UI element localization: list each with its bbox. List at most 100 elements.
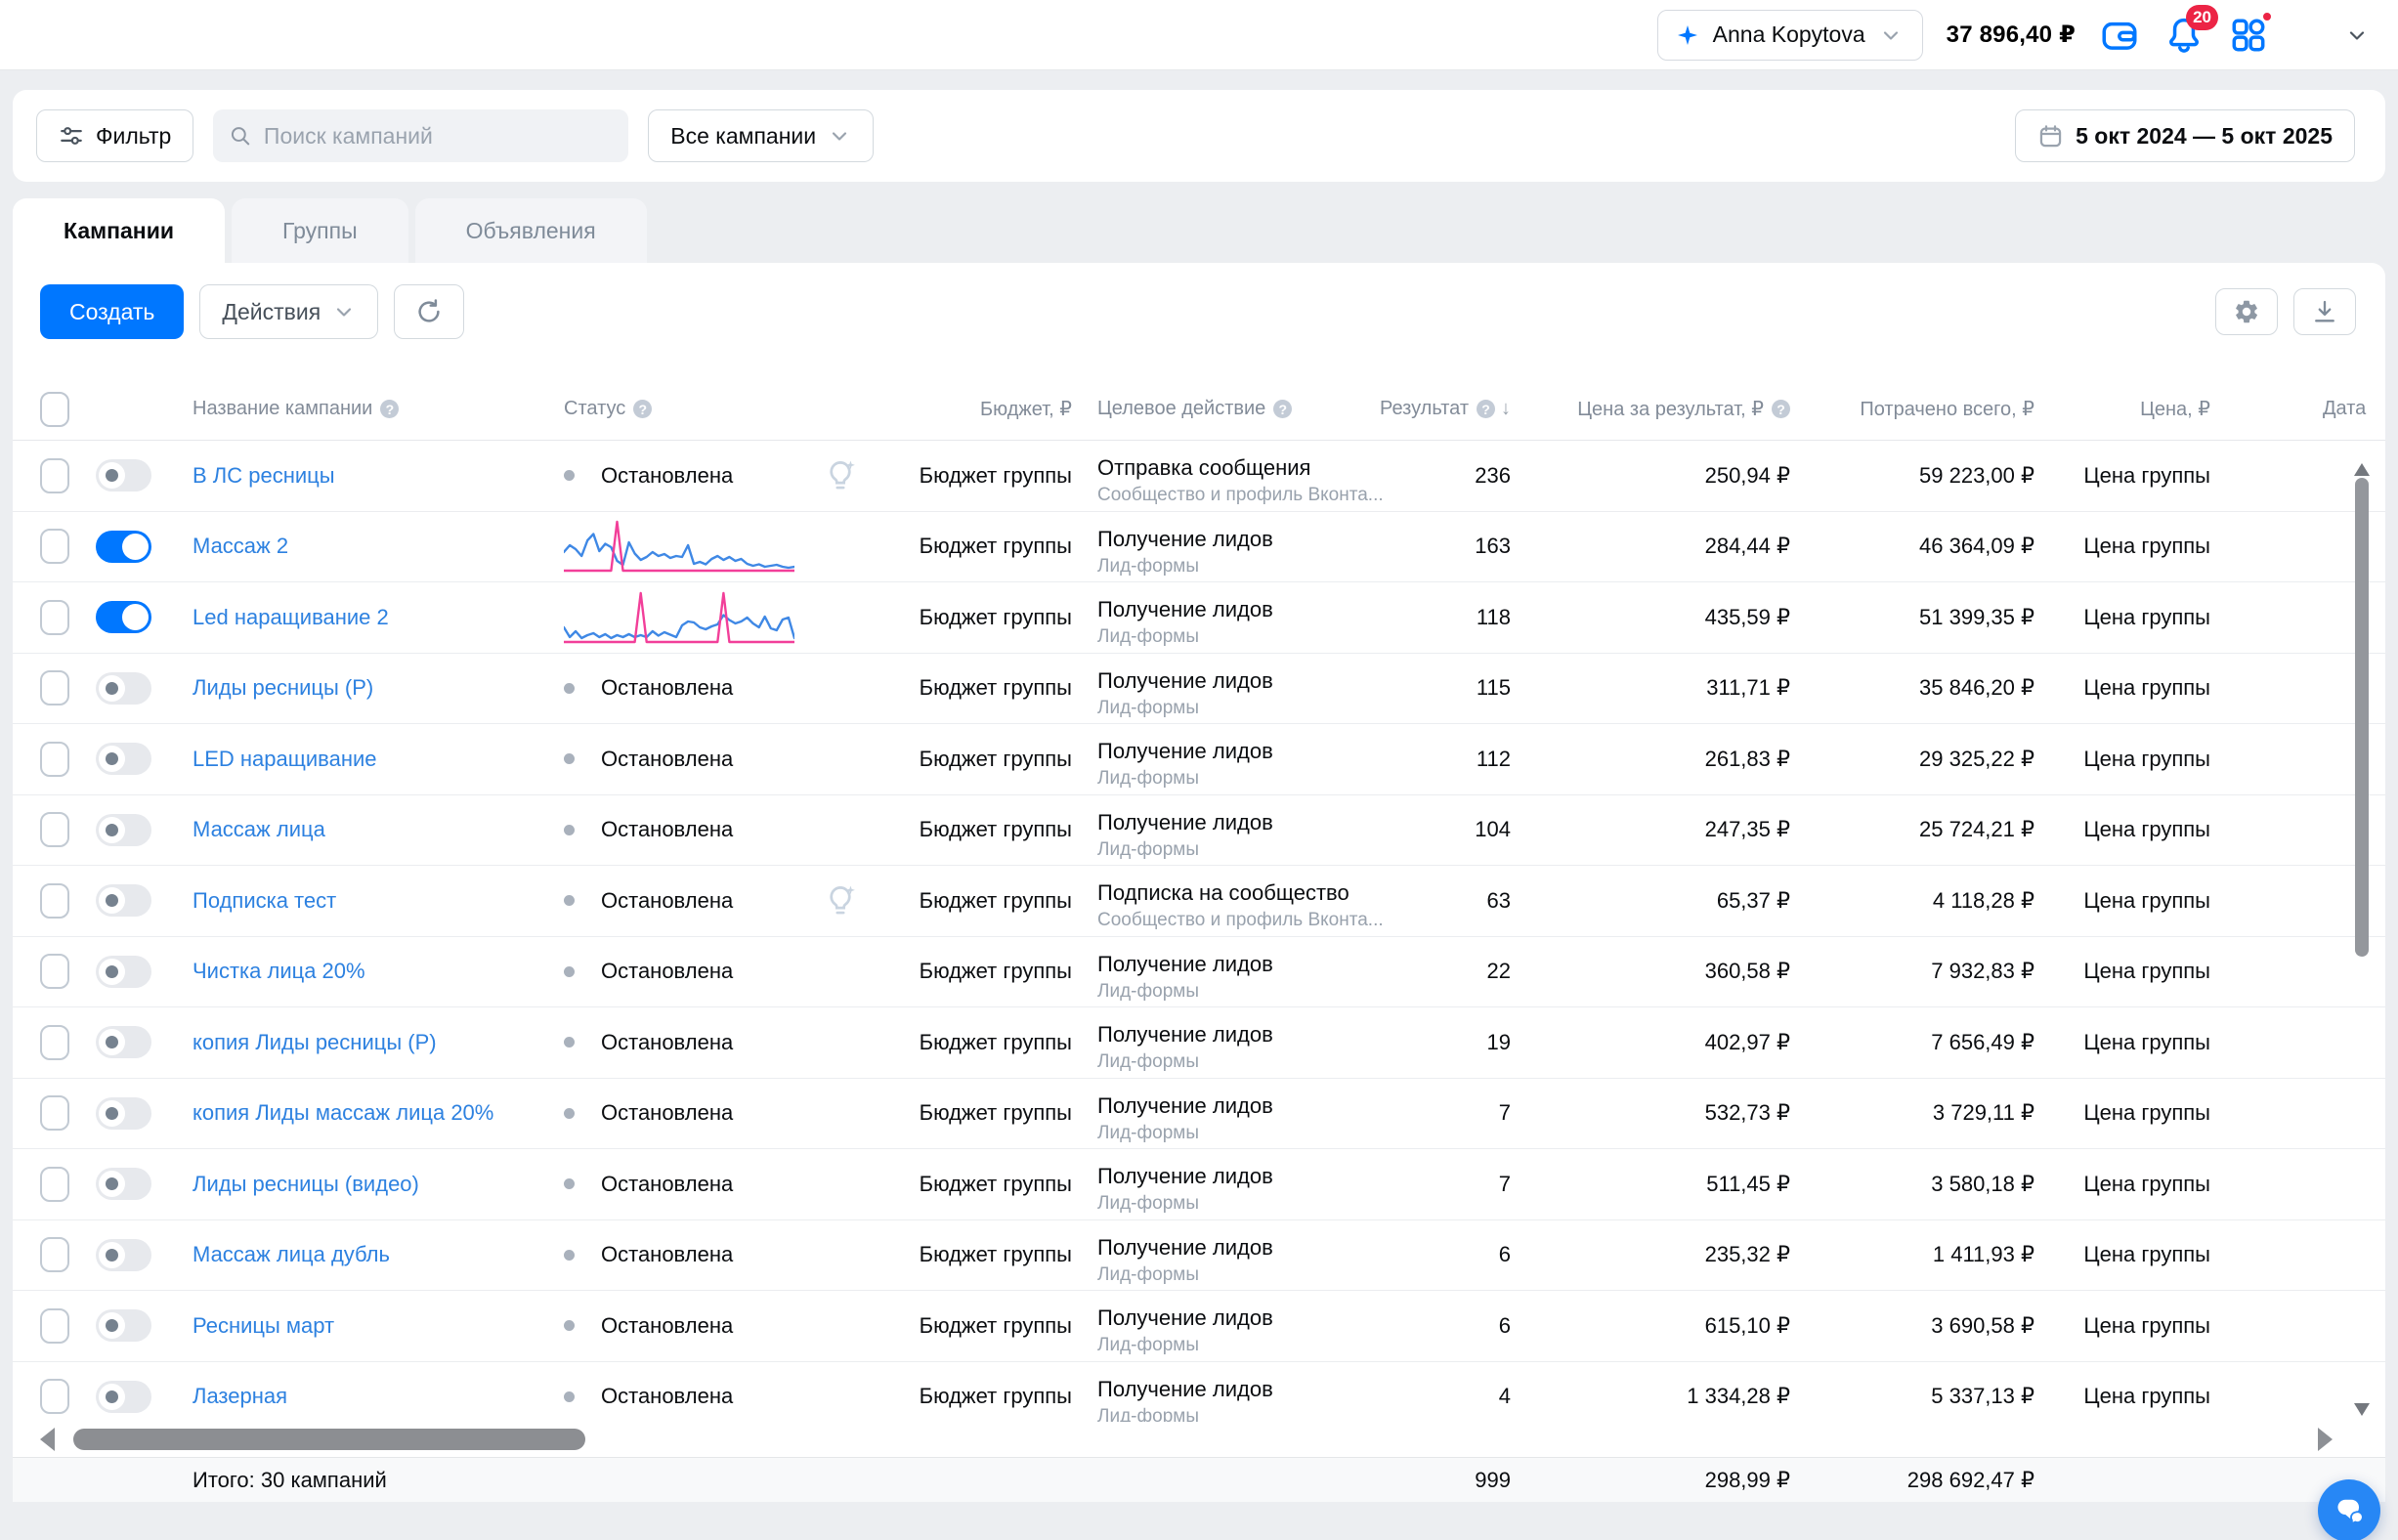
search-input[interactable] bbox=[264, 123, 613, 150]
scroll-up-arrow[interactable] bbox=[2354, 447, 2370, 476]
vertical-scroll-thumb[interactable] bbox=[2355, 478, 2369, 957]
campaign-name-link[interactable]: копия Лиды ресницы (Р) bbox=[193, 1030, 437, 1055]
row-checkbox[interactable] bbox=[40, 600, 69, 635]
campaign-toggle[interactable] bbox=[96, 1381, 151, 1413]
row-checkbox[interactable] bbox=[40, 1167, 69, 1202]
help-icon[interactable]: ? bbox=[1772, 400, 1790, 418]
column-header-cost-per-result[interactable]: Цена за результат, ₽ ? bbox=[1511, 397, 1790, 421]
scroll-left-arrow[interactable] bbox=[40, 1428, 55, 1451]
row-checkbox[interactable] bbox=[40, 529, 69, 564]
date-range-button[interactable]: 5 окт 2024 — 5 окт 2025 bbox=[2015, 109, 2355, 162]
target-action-sub: Лид-формы bbox=[1097, 1335, 1394, 1356]
target-action-sub: Лид-формы bbox=[1097, 1406, 1394, 1422]
help-icon[interactable]: ? bbox=[1273, 400, 1292, 418]
help-icon[interactable]: ? bbox=[633, 400, 652, 418]
campaign-name-link[interactable]: Ресницы март bbox=[193, 1313, 334, 1339]
filter-button[interactable]: Фильтр bbox=[36, 109, 193, 162]
campaign-toggle[interactable] bbox=[96, 1168, 151, 1200]
column-header-date[interactable]: Дата bbox=[2210, 398, 2367, 420]
wallet-button[interactable] bbox=[2099, 15, 2140, 56]
download-icon bbox=[2311, 298, 2338, 325]
campaign-toggle[interactable] bbox=[96, 1026, 151, 1058]
column-header-status[interactable]: Статус ? bbox=[509, 398, 798, 420]
campaign-toggle[interactable] bbox=[96, 884, 151, 917]
row-checkbox[interactable] bbox=[40, 458, 69, 493]
campaign-toggle[interactable] bbox=[96, 1097, 151, 1130]
tab-ads[interactable]: Объявления bbox=[415, 198, 647, 263]
target-action-cell: Отправка сообщения Сообщество и профиль … bbox=[1072, 445, 1394, 506]
campaign-toggle[interactable] bbox=[96, 459, 151, 492]
notifications-button[interactable]: 20 bbox=[2163, 15, 2205, 56]
result-cell: 112 bbox=[1394, 747, 1511, 772]
export-button[interactable] bbox=[2293, 288, 2356, 335]
budget-cell: Бюджет группы bbox=[877, 1384, 1072, 1409]
status-dot bbox=[564, 470, 575, 481]
target-action: Получение лидов bbox=[1097, 1377, 1394, 1401]
campaign-name-link[interactable]: Led наращивание 2 bbox=[193, 605, 389, 630]
row-checkbox[interactable] bbox=[40, 670, 69, 706]
row-checkbox[interactable] bbox=[40, 1379, 69, 1414]
column-header-name[interactable]: Название кампании ? bbox=[165, 398, 509, 420]
help-icon[interactable]: ? bbox=[380, 400, 399, 418]
row-checkbox[interactable] bbox=[40, 812, 69, 847]
campaign-name-link[interactable]: копия Лиды массаж лица 20% bbox=[193, 1100, 493, 1126]
row-checkbox[interactable] bbox=[40, 742, 69, 777]
create-button[interactable]: Создать bbox=[40, 284, 184, 339]
budget-cell: Бюджет группы bbox=[877, 959, 1072, 984]
row-checkbox[interactable] bbox=[40, 883, 69, 919]
column-header-price[interactable]: Цена, ₽ bbox=[2034, 397, 2210, 421]
row-checkbox[interactable] bbox=[40, 1025, 69, 1060]
campaign-scope-select[interactable]: Все кампании bbox=[648, 109, 874, 162]
column-header-spent[interactable]: Потрачено всего, ₽ bbox=[1790, 397, 2034, 421]
actions-dropdown[interactable]: Действия bbox=[199, 284, 378, 339]
campaign-name-link[interactable]: Лиды ресницы (видео) bbox=[193, 1172, 419, 1197]
top-bar: Anna Kopytova 37 896,40 ₽ 20 bbox=[0, 0, 2398, 70]
table-row: Ресницы март Остановлена Бюджет группы П… bbox=[13, 1291, 2385, 1362]
support-chat-button[interactable] bbox=[2318, 1479, 2380, 1540]
row-checkbox[interactable] bbox=[40, 1095, 69, 1131]
campaign-name-link[interactable]: В ЛС ресницы bbox=[193, 463, 335, 489]
campaign-name-link[interactable]: Массаж лица bbox=[193, 817, 325, 842]
campaign-name-link[interactable]: Массаж 2 bbox=[193, 534, 288, 559]
campaign-name-link[interactable]: Лазерная bbox=[193, 1384, 287, 1409]
campaign-toggle[interactable] bbox=[96, 1239, 151, 1271]
account-selector[interactable]: Anna Kopytova bbox=[1657, 10, 1923, 61]
column-header-budget[interactable]: Бюджет, ₽ bbox=[877, 397, 1072, 421]
result-cell: 7 bbox=[1394, 1172, 1511, 1197]
recommendation-bulb-icon[interactable] bbox=[822, 457, 859, 494]
tab-campaigns[interactable]: Кампании bbox=[13, 198, 225, 263]
cost-per-result-cell: 284,44 ₽ bbox=[1511, 534, 1790, 559]
campaign-name-link[interactable]: Лиды ресницы (Р) bbox=[193, 675, 373, 701]
column-header-result[interactable]: Результат ? ↓ bbox=[1394, 398, 1511, 420]
campaign-name-link[interactable]: LED наращивание bbox=[193, 747, 377, 772]
select-all-checkbox[interactable] bbox=[40, 392, 69, 427]
campaign-name-link[interactable]: Чистка лица 20% bbox=[193, 959, 365, 984]
campaign-toggle[interactable] bbox=[96, 672, 151, 705]
row-checkbox[interactable] bbox=[40, 1237, 69, 1272]
row-checkbox[interactable] bbox=[40, 1308, 69, 1344]
recommendation-bulb-icon[interactable] bbox=[822, 882, 859, 920]
budget-cell: Бюджет группы bbox=[877, 1172, 1072, 1197]
target-action-sub: Лид-формы bbox=[1097, 839, 1394, 861]
campaign-toggle[interactable] bbox=[96, 743, 151, 775]
campaign-name-link[interactable]: Подписка тест bbox=[193, 888, 336, 914]
table-settings-button[interactable] bbox=[2215, 288, 2278, 335]
campaign-toggle[interactable] bbox=[96, 956, 151, 988]
campaign-toggle[interactable] bbox=[96, 601, 151, 633]
profile-menu[interactable] bbox=[2292, 13, 2369, 58]
scroll-down-arrow[interactable] bbox=[2354, 1403, 2370, 1416]
row-checkbox[interactable] bbox=[40, 954, 69, 989]
campaign-name-link[interactable]: Массаж лица дубль bbox=[193, 1242, 390, 1267]
horizontal-scroll-thumb[interactable] bbox=[73, 1429, 585, 1450]
campaign-toggle[interactable] bbox=[96, 531, 151, 563]
tab-groups[interactable]: Группы bbox=[232, 198, 408, 263]
column-header-action[interactable]: Целевое действие ? bbox=[1072, 398, 1394, 420]
campaign-toggle[interactable] bbox=[96, 1309, 151, 1342]
refresh-button[interactable] bbox=[394, 284, 464, 339]
target-action: Подписка на сообщество bbox=[1097, 880, 1394, 905]
horizontal-scrollbar bbox=[13, 1422, 2385, 1457]
campaign-toggle[interactable] bbox=[96, 814, 151, 846]
apps-menu-button[interactable] bbox=[2228, 15, 2269, 56]
help-icon[interactable]: ? bbox=[1477, 400, 1495, 418]
scroll-right-arrow[interactable] bbox=[2318, 1428, 2333, 1451]
